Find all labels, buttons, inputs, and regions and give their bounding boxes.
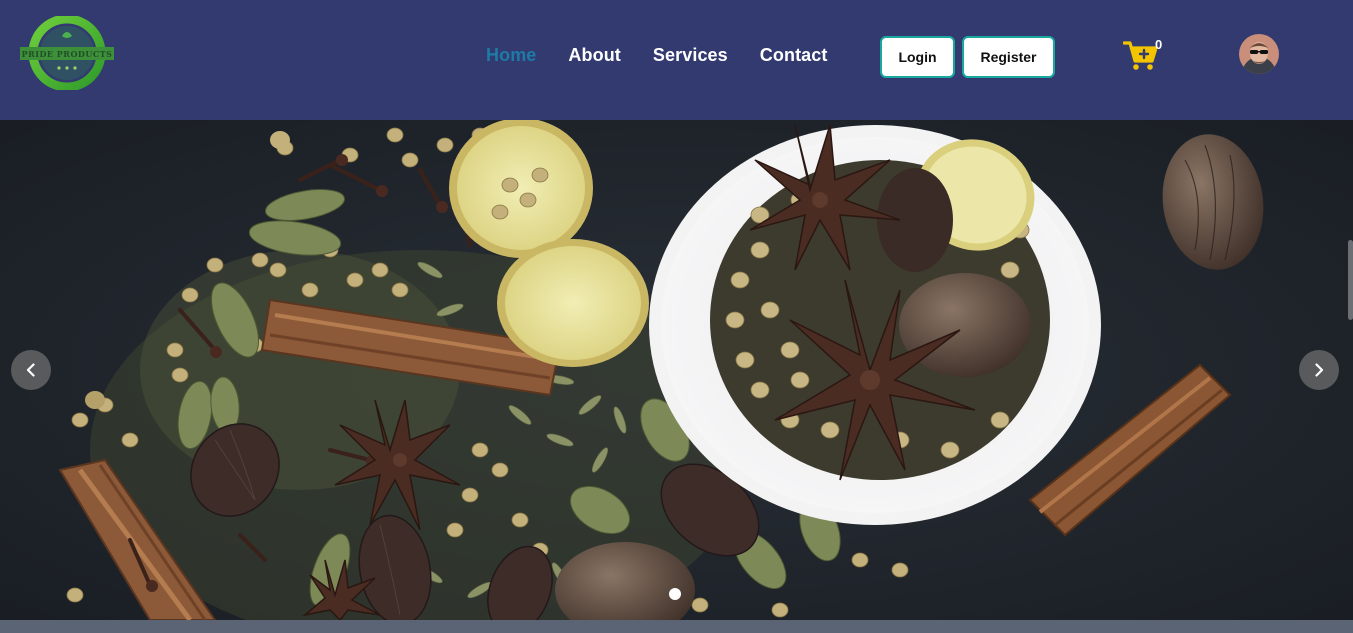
cart-button[interactable] [1123, 40, 1157, 72]
carousel-next-button[interactable] [1299, 350, 1339, 390]
svg-text:PRIDE PRODUCTS: PRIDE PRODUCTS [22, 49, 113, 59]
chevron-right-icon [1315, 363, 1324, 377]
hero-carousel [0, 120, 1353, 620]
carousel-indicator-dot[interactable] [669, 588, 681, 600]
next-section-strip [0, 620, 1353, 633]
user-avatar[interactable] [1239, 34, 1279, 74]
chevron-left-icon [26, 363, 35, 377]
cart-count-badge: 0 [1155, 37, 1163, 52]
nav-contact-link[interactable]: Contact [760, 43, 828, 67]
nav-home-link[interactable]: Home [486, 43, 536, 67]
brand-logo[interactable]: PRIDE PRODUCTS [18, 16, 116, 90]
navbar: PRIDE PRODUCTS Home About Services Conta… [0, 0, 1353, 120]
main-nav: Home About Services Contact [486, 43, 827, 67]
user-avatar-icon [1239, 34, 1279, 74]
nav-services-link[interactable]: Services [653, 43, 728, 67]
vertical-scrollbar[interactable] [1348, 240, 1353, 320]
spices-bowl-photo [0, 120, 1353, 620]
login-button[interactable]: Login [880, 36, 955, 78]
cart-plus-icon [1123, 41, 1157, 70]
logo-emblem-icon: PRIDE PRODUCTS [20, 16, 114, 90]
nav-about-link[interactable]: About [568, 43, 620, 67]
carousel-prev-button[interactable] [11, 350, 51, 390]
register-button[interactable]: Register [962, 36, 1055, 78]
